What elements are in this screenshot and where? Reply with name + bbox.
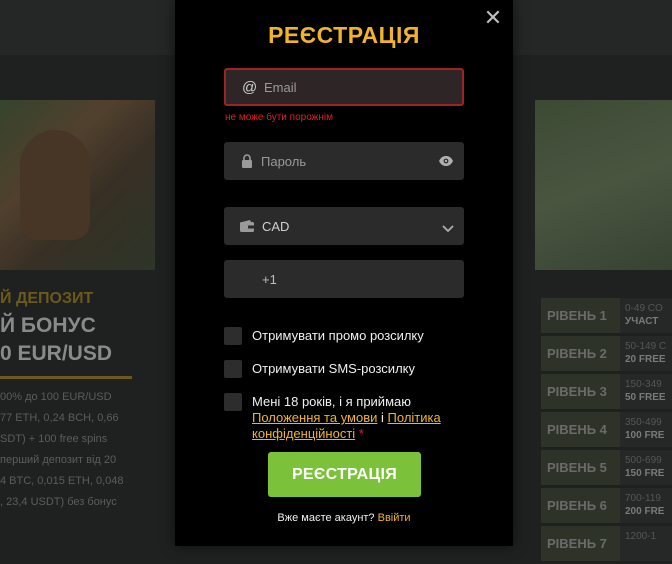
promo-newsletter-option: Отримувати промо розсилку (224, 327, 424, 345)
email-error-message: не може бути порожнім (225, 112, 333, 123)
sms-newsletter-checkbox[interactable] (224, 360, 242, 378)
currency-value: CAD (262, 218, 290, 234)
chevron-down-icon (442, 220, 454, 238)
wallet-icon (240, 220, 262, 232)
level-row: РІВЕНЬ 3 150-349 50 FREE (541, 374, 672, 409)
email-input[interactable] (264, 79, 424, 95)
promo-banner-image (0, 100, 155, 270)
promo-title: Й БОНУС (0, 314, 96, 337)
login-link[interactable]: Ввійти (378, 512, 411, 524)
currency-select[interactable]: CAD (224, 207, 464, 245)
at-icon: @ (242, 78, 258, 96)
terms-checkbox[interactable] (224, 393, 242, 411)
register-button[interactable]: РЕЄСТРАЦІЯ (268, 452, 421, 497)
registration-modal: ✕ РЕЄСТРАЦІЯ @ не може бути порожнім CAD… (175, 0, 513, 546)
sms-newsletter-label: Отримувати SMS-розсилку (252, 361, 415, 376)
promo-divider (0, 376, 132, 379)
terms-option: Мені 18 років, і я приймаю Положення та … (224, 393, 452, 442)
promo-newsletter-label: Отримувати промо розсилку (252, 328, 424, 343)
phone-field[interactable]: +1 (224, 260, 464, 298)
login-prompt: Вже маєте акаунт? Ввійти (277, 512, 411, 524)
promo-description: 00% до 100 EUR/USD 77 ETH, 0,24 BCH, 0,6… (0, 391, 124, 508)
required-mark: * (358, 426, 364, 441)
phone-prefix: +1 (262, 271, 277, 287)
email-field[interactable]: @ (224, 68, 464, 106)
password-input[interactable] (261, 153, 421, 169)
eye-icon[interactable] (438, 154, 454, 172)
terms-link[interactable]: Положення та умови (252, 410, 377, 425)
modal-title: РЕЄСТРАЦІЯ (268, 22, 420, 48)
level-row: РІВЕНЬ 7 1200-1 (541, 526, 672, 561)
sms-newsletter-option: Отримувати SMS-розсилку (224, 360, 415, 378)
level-row: РІВЕНЬ 1 0-49 CO УЧАСТ (541, 298, 672, 333)
side-banner-image (535, 100, 672, 270)
level-row: РІВЕНЬ 2 50-149 C 20 FREE (541, 336, 672, 371)
lock-icon (241, 154, 261, 168)
deposit-bonus-promo: Й ДЕПОЗИТ Й БОНУС 0 EUR/USD 00% до 100 E… (0, 290, 150, 513)
terms-label: Мені 18 років, і я приймаю Положення та … (252, 394, 441, 441)
level-row: РІВЕНЬ 5 500-699 150 FRE (541, 450, 672, 485)
level-row: РІВЕНЬ 4 350-499 100 FRE (541, 412, 672, 447)
promo-heading: Й ДЕПОЗИТ (0, 290, 94, 307)
loyalty-levels-table: РІВЕНЬ 1 0-49 CO УЧАСТ РІВЕНЬ 2 50-149 C 20 … (541, 298, 672, 564)
promo-amount: 0 EUR/USD (0, 342, 113, 365)
password-field[interactable] (224, 142, 464, 180)
promo-newsletter-checkbox[interactable] (224, 327, 242, 345)
level-row: РІВЕНЬ 6 700-119 200 FRE (541, 488, 672, 523)
